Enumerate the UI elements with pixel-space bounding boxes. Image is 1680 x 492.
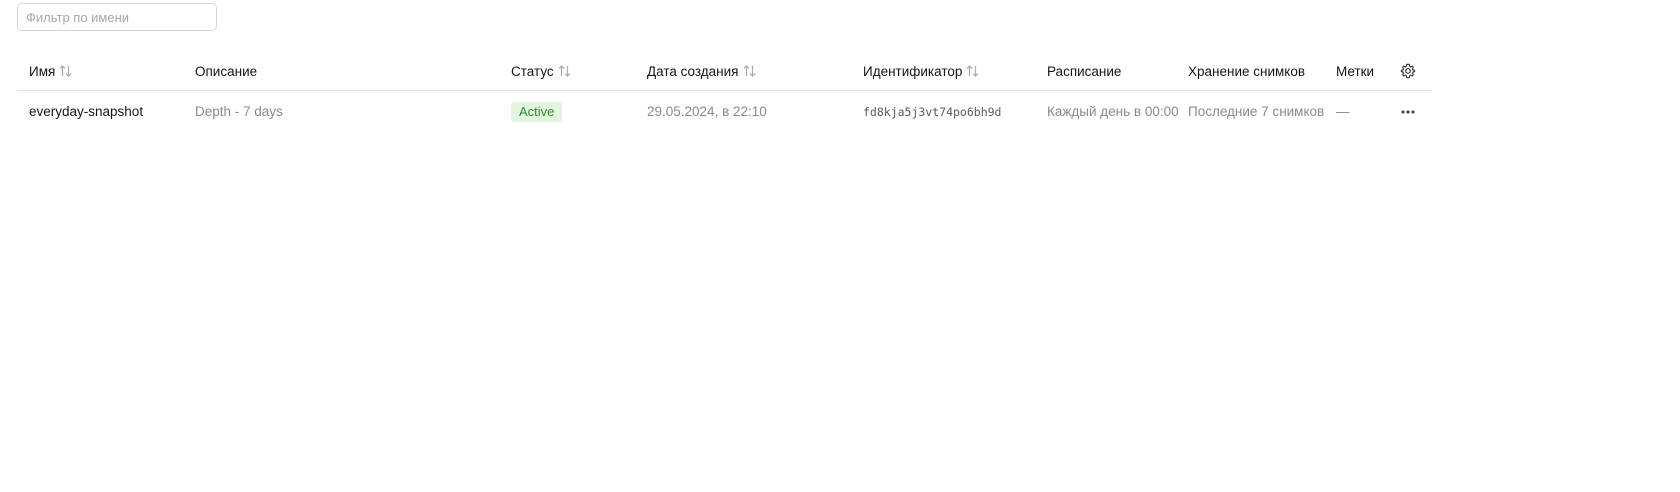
- cell-schedule: Каждый день в 00:00: [1047, 104, 1179, 119]
- filter-field[interactable]: [17, 3, 217, 31]
- column-header-label: Идентификатор: [863, 63, 963, 79]
- filter-by-name-input[interactable]: [18, 4, 216, 30]
- more-horizontal-icon[interactable]: [1397, 101, 1419, 123]
- column-header-label: Описание: [195, 63, 258, 79]
- column-header-name[interactable]: Имя: [29, 52, 72, 90]
- column-header-status[interactable]: Статус: [511, 52, 571, 90]
- column-header-id[interactable]: Идентификатор: [863, 52, 979, 90]
- column-header-label: Хранение снимков: [1188, 63, 1306, 79]
- table-settings-button[interactable]: [1397, 52, 1419, 90]
- table-row[interactable]: everyday-snapshot Depth - 7 days Active …: [17, 91, 1432, 132]
- row-actions-button[interactable]: [1397, 91, 1419, 132]
- column-header-schedule: Расписание: [1047, 52, 1121, 90]
- column-header-retention: Хранение снимков: [1188, 52, 1305, 90]
- sort-arrows-icon[interactable]: [59, 65, 72, 77]
- schedules-table: Имя Описание Статус Дата создания Иденти…: [17, 52, 1432, 132]
- sort-arrows-icon[interactable]: [966, 65, 979, 77]
- cell-id: fd8kja5j3vt74po6bh9d: [863, 104, 1002, 119]
- sort-arrows-icon[interactable]: [558, 65, 571, 77]
- cell-retention: Последние 7 снимков: [1188, 104, 1325, 119]
- column-header-created[interactable]: Дата создания: [647, 52, 756, 90]
- cell-name[interactable]: everyday-snapshot: [29, 91, 143, 132]
- cell-description: Depth - 7 days: [195, 104, 283, 119]
- sort-arrows-icon[interactable]: [743, 65, 756, 77]
- column-header-label: Статус: [511, 63, 554, 79]
- snapshot-schedules-page: Имя Описание Статус Дата создания: [0, 0, 1680, 492]
- cell-status: Active: [511, 91, 563, 132]
- cell-created: 29.05.2024, в 22:10: [647, 104, 767, 119]
- gear-icon[interactable]: [1397, 60, 1419, 82]
- status-badge: Active: [511, 101, 563, 122]
- cell-labels: —: [1336, 104, 1350, 119]
- column-header-label: Расписание: [1047, 63, 1122, 79]
- column-header-labels: Метки: [1336, 52, 1374, 90]
- table-header-row: Имя Описание Статус Дата создания Иденти…: [17, 52, 1432, 91]
- column-header-label: Дата создания: [647, 63, 739, 79]
- column-header-label: Имя: [29, 63, 56, 79]
- column-header-description: Описание: [195, 52, 257, 90]
- column-header-label: Метки: [1336, 63, 1375, 79]
